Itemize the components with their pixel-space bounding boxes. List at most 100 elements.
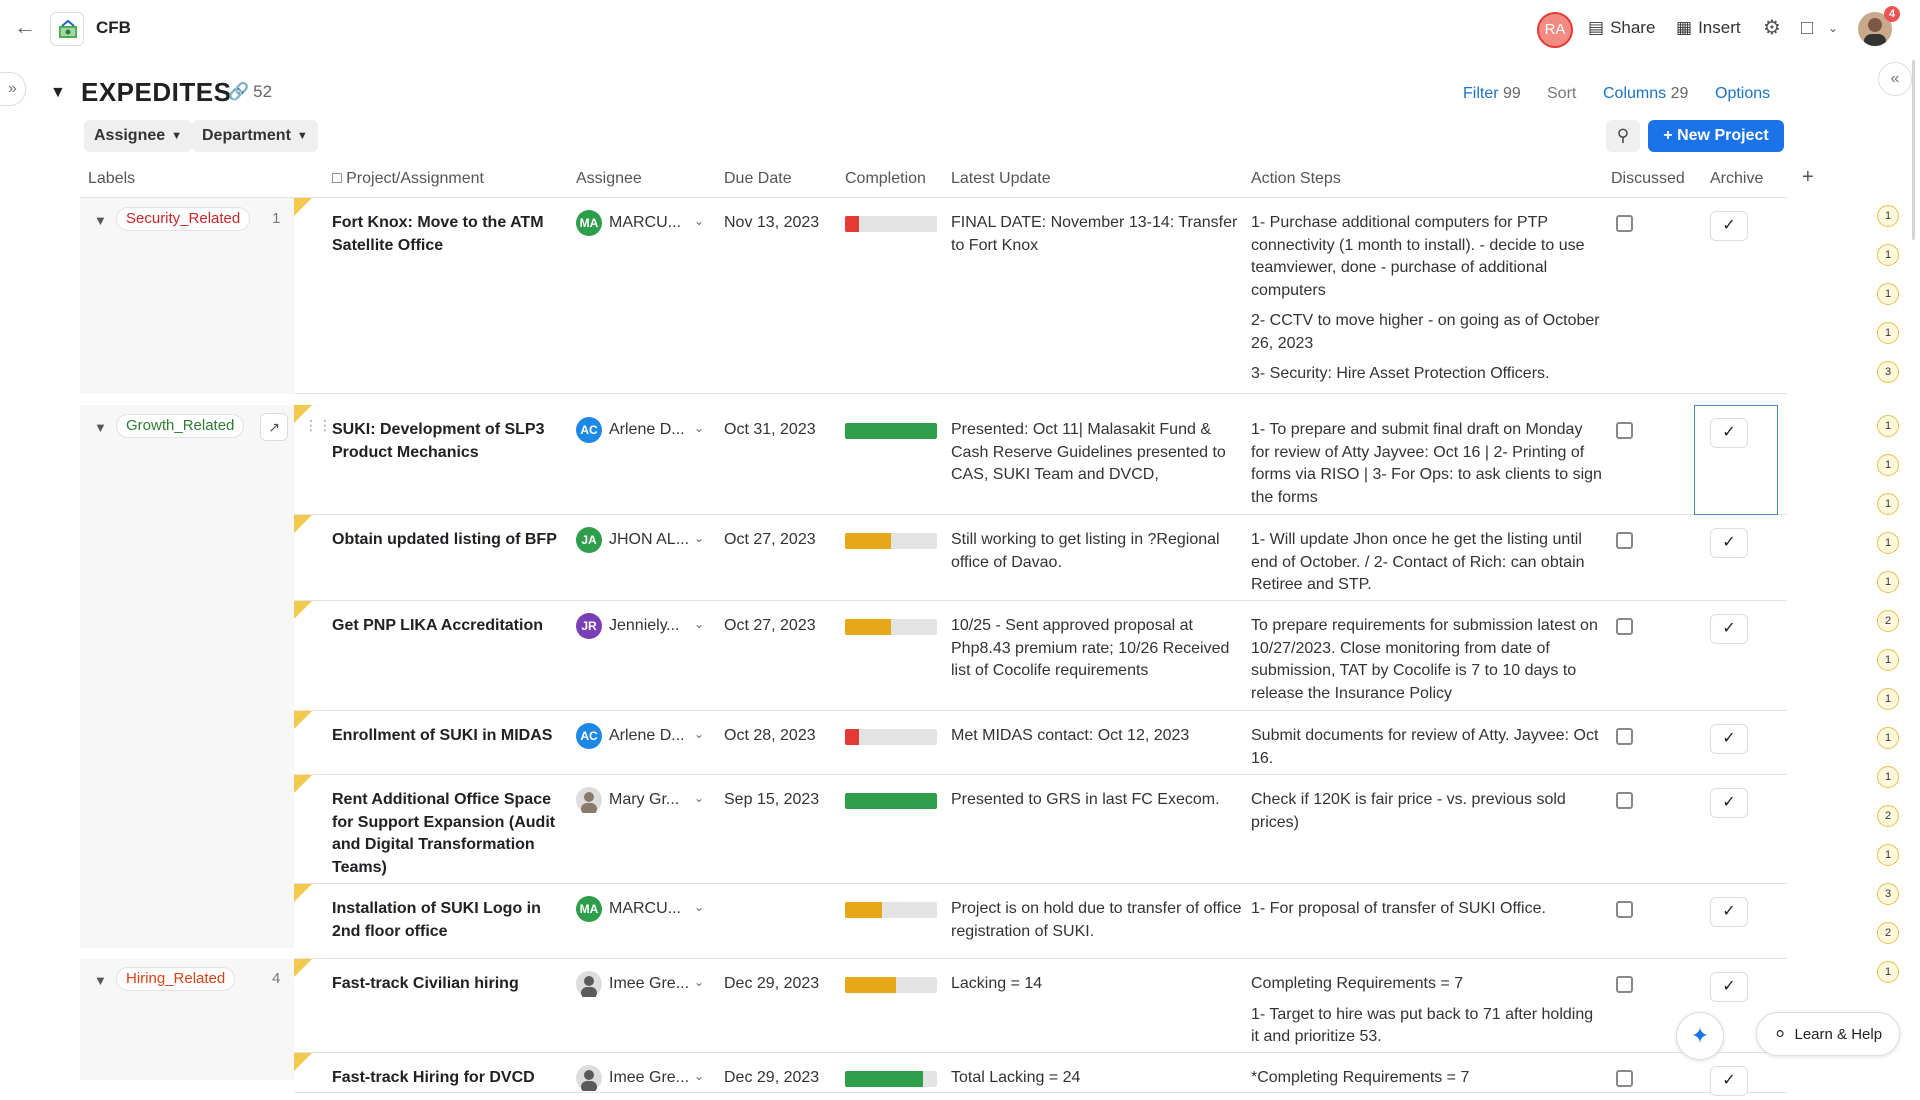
insert-button[interactable]: ▦ Insert (1676, 18, 1741, 38)
comment-count-badge[interactable]: 1 (1877, 844, 1899, 866)
comment-count-badge[interactable]: 2 (1877, 922, 1899, 944)
completion-bar[interactable] (845, 729, 937, 745)
chevron-down-icon[interactable]: ⌄ (1822, 17, 1844, 39)
comment-count-badge[interactable]: 1 (1877, 688, 1899, 710)
assignee-cell[interactable]: AC Arlene D... (576, 723, 706, 749)
comment-count-badge[interactable]: 1 (1877, 205, 1899, 227)
due-date[interactable]: Dec 29, 2023 (724, 1067, 834, 1090)
discussed-checkbox[interactable] (1616, 728, 1633, 745)
completion-bar[interactable] (845, 793, 937, 809)
discussed-checkbox[interactable] (1616, 422, 1633, 439)
due-date[interactable]: Nov 13, 2023 (724, 212, 834, 235)
comment-count-badge[interactable]: 2 (1877, 610, 1899, 632)
table-row[interactable]: Fort Knox: Move to the ATM Satellite Off… (294, 198, 1787, 394)
due-date[interactable]: Oct 28, 2023 (724, 725, 834, 748)
completion-bar[interactable] (845, 902, 937, 918)
action-steps[interactable]: 1- For proposal of transfer of SUKI Offi… (1251, 898, 1603, 929)
expand-icon[interactable]: ↗ (260, 413, 288, 441)
due-date[interactable]: Oct 31, 2023 (724, 419, 834, 442)
archive-check-button[interactable]: ✓ (1710, 972, 1748, 1002)
assignee-cell[interactable]: JA JHON AL... (576, 527, 706, 553)
archive-check-button[interactable]: ✓ (1710, 788, 1748, 818)
completion-bar[interactable] (845, 619, 937, 635)
archive-check-button[interactable]: ✓ (1710, 528, 1748, 558)
discussed-checkbox[interactable] (1616, 901, 1633, 918)
group-by-department-chip[interactable]: Department ▼ (192, 120, 318, 152)
label-growth-related[interactable]: Growth_Related (116, 414, 245, 438)
col-discussed[interactable]: Discussed (1611, 170, 1685, 188)
project-name[interactable]: Installation of SUKI Logo in 2nd floor o… (332, 898, 557, 943)
assignee-cell[interactable]: MA MARCU... (576, 210, 706, 236)
due-date[interactable]: Dec 29, 2023 (724, 973, 834, 996)
table-row[interactable]: Get PNP LIKA Accreditation JR Jennielу..… (294, 601, 1787, 711)
chevron-down-icon[interactable]: ⌄ (694, 617, 704, 631)
due-date[interactable]: Sep 15, 2023 (724, 789, 834, 812)
scrollbar[interactable] (1912, 60, 1915, 240)
latest-update[interactable]: Met MIDAS contact: Oct 12, 2023 (951, 725, 1243, 748)
comment-count-badge[interactable]: 1 (1877, 727, 1899, 749)
chevron-down-icon[interactable]: ⌄ (694, 1069, 704, 1083)
collaborator-avatar[interactable]: RA (1537, 12, 1573, 48)
col-archive[interactable]: Archive (1710, 170, 1763, 188)
comment-count-badge[interactable]: 2 (1877, 805, 1899, 827)
project-name[interactable]: Obtain updated listing of BFP (332, 529, 557, 552)
completion-bar[interactable] (845, 977, 937, 993)
comment-count-badge[interactable]: 1 (1877, 532, 1899, 554)
comment-count-badge[interactable]: 1 (1877, 571, 1899, 593)
collapse-group-icon[interactable]: ▼ (94, 420, 107, 435)
assignee-cell[interactable]: AC Arlene D... (576, 417, 706, 443)
project-name[interactable]: Enrollment of SUKI in MIDAS (332, 725, 557, 748)
col-due-date[interactable]: Due Date (724, 170, 792, 188)
comment-count-badge[interactable]: 1 (1877, 454, 1899, 476)
action-steps[interactable]: Submit documents for review of Atty. Jay… (1251, 725, 1603, 778)
table-row[interactable]: Rent Additional Office Space for Support… (294, 775, 1787, 884)
col-labels[interactable]: Labels (88, 170, 135, 188)
archive-check-button[interactable]: ✓ (1710, 724, 1748, 754)
latest-update[interactable]: FINAL DATE: November 13-14: Transfer to … (951, 212, 1243, 257)
latest-update[interactable]: Presented: Oct 11| Malasakit Fund & Cash… (951, 419, 1243, 487)
table-row[interactable]: Installation of SUKI Logo in 2nd floor o… (294, 884, 1787, 959)
expand-left-panel-icon[interactable]: » (0, 72, 26, 106)
archive-check-button[interactable]: ✓ (1710, 897, 1748, 927)
chevron-down-icon[interactable]: ⌄ (694, 727, 704, 741)
action-steps[interactable]: *Completing Requirements = 7 (1251, 1067, 1603, 1098)
latest-update[interactable]: Total Lacking = 24 (951, 1067, 1243, 1090)
doc-icon[interactable] (50, 12, 84, 46)
label-hiring-related[interactable]: Hiring_Related (116, 967, 236, 991)
latest-update[interactable]: 10/25 - Sent approved proposal at Php8.4… (951, 615, 1243, 683)
collapse-group-icon[interactable]: ▼ (94, 213, 107, 228)
assignee-cell[interactable]: JR Jennielу... (576, 613, 706, 639)
project-name[interactable]: Fast-track Hiring for DVCD (332, 1067, 557, 1090)
project-name[interactable]: Get PNP LIKA Accreditation (332, 615, 557, 638)
comment-count-badge[interactable]: 1 (1877, 415, 1899, 437)
add-column-icon[interactable]: + (1802, 166, 1814, 189)
comment-count-badge[interactable]: 1 (1877, 649, 1899, 671)
options-button[interactable]: Options (1715, 85, 1770, 103)
project-name[interactable]: Fast-track Civilian hiring (332, 973, 557, 996)
share-button[interactable]: ▤ Share (1588, 18, 1655, 38)
col-completion[interactable]: Completion (845, 170, 926, 188)
action-steps[interactable]: To prepare requirements for submission l… (1251, 615, 1603, 713)
chevron-down-icon[interactable]: ⌄ (694, 975, 704, 989)
archive-check-button[interactable]: ✓ (1710, 614, 1748, 644)
search-icon[interactable]: ⚲ (1606, 120, 1640, 152)
comment-count-badge[interactable]: 1 (1877, 283, 1899, 305)
chevron-down-icon[interactable]: ⌄ (694, 531, 704, 545)
group-by-assignee-chip[interactable]: Assignee ▼ (84, 120, 193, 152)
latest-update[interactable]: Presented to GRS in last FC Execom. (951, 789, 1243, 812)
action-steps[interactable]: 1- Will update Jhon once he get the list… (1251, 529, 1603, 605)
discussed-checkbox[interactable] (1616, 532, 1633, 549)
new-project-button[interactable]: + New Project (1648, 120, 1784, 152)
comment-count-badge[interactable]: 1 (1877, 961, 1899, 983)
col-action-steps[interactable]: Action Steps (1251, 170, 1341, 188)
completion-bar[interactable] (845, 1071, 937, 1087)
discussed-checkbox[interactable] (1616, 215, 1633, 232)
comment-count-badge[interactable]: 1 (1877, 493, 1899, 515)
project-name[interactable]: Rent Additional Office Space for Support… (332, 789, 557, 879)
gear-icon[interactable]: ⚙ (1761, 17, 1783, 39)
table-row[interactable]: Obtain updated listing of BFP JA JHON AL… (294, 515, 1787, 601)
ai-assistant-icon[interactable]: ✦ (1676, 1012, 1724, 1060)
action-steps[interactable]: 1- Purchase additional computers for PTP… (1251, 212, 1603, 394)
discussed-checkbox[interactable] (1616, 976, 1633, 993)
archive-check-button[interactable]: ✓ (1710, 1066, 1748, 1096)
